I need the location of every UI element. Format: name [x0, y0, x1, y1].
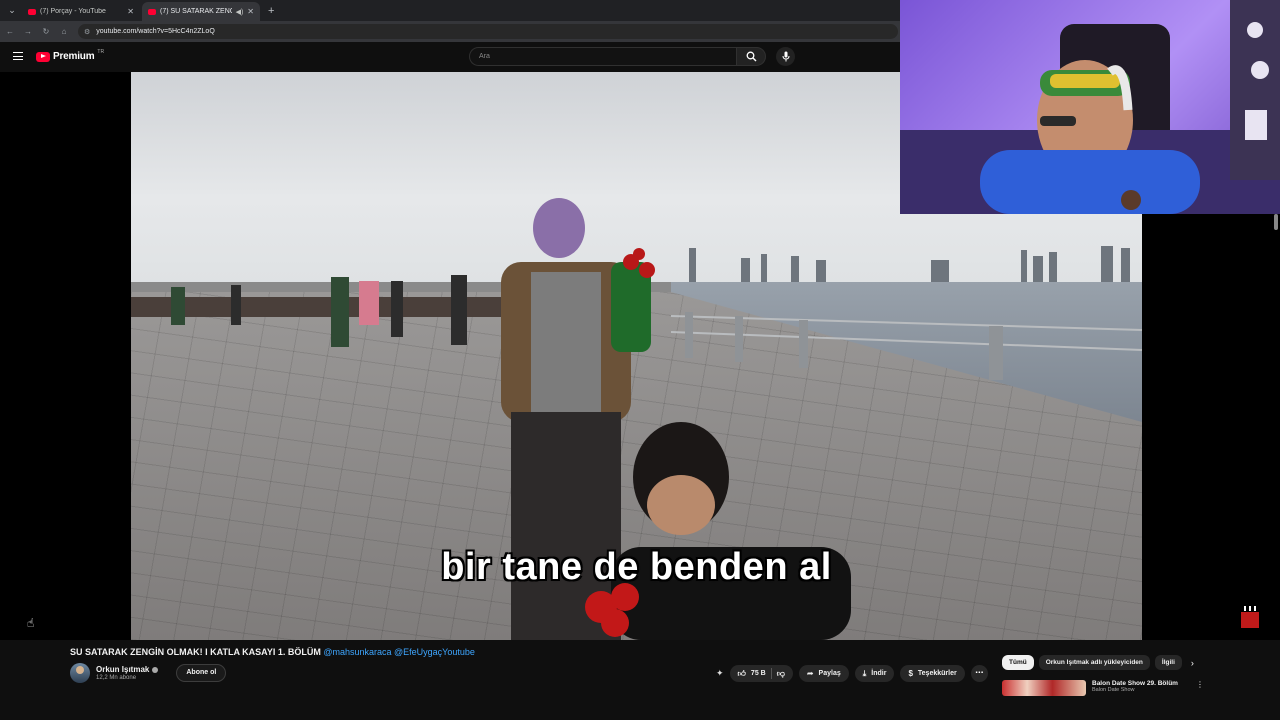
- like-divider: [770, 668, 772, 679]
- tab-close-icon[interactable]: ✕: [247, 7, 254, 16]
- search-bar: Ara: [469, 47, 766, 66]
- chip-all[interactable]: Tümü: [1002, 655, 1034, 670]
- site-info-icon[interactable]: ⚙: [84, 28, 90, 36]
- youtube-favicon-icon: [28, 8, 36, 15]
- webcam-overlay: [900, 0, 1280, 214]
- recommendation-item[interactable]: Balon Date Show 29. Bölüm Balon Date Sho…: [1002, 680, 1212, 696]
- logo-region: TR: [97, 48, 105, 55]
- search-icon: [746, 51, 756, 62]
- url-text: youtube.com/watch?v=5HcC4n2ZLoQ: [96, 28, 215, 35]
- thanks-icon: $: [908, 669, 913, 678]
- rec-channel: Balon Date Show: [1092, 687, 1135, 693]
- logo-text: Premium: [53, 51, 95, 62]
- mouse-cursor-icon: ☝: [27, 616, 35, 630]
- back-icon[interactable]: ←: [6, 27, 14, 36]
- forward-icon[interactable]: →: [24, 27, 32, 36]
- video-subtitle: bir tane de benden al: [441, 546, 832, 588]
- man-figure: [585, 422, 851, 640]
- video-title: SU SATARAK ZENGİN OLMAK! I KATLA KASAYI …: [70, 647, 475, 657]
- youtube-logo[interactable]: Premium TR: [36, 48, 105, 62]
- channel-avatar[interactable]: [70, 663, 90, 683]
- speaker-icon[interactable]: ◀): [236, 8, 244, 16]
- tab-title: (7) Porçay - YouTube: [40, 8, 106, 15]
- verified-icon: [152, 666, 159, 673]
- chevron-right-icon[interactable]: ›: [1191, 658, 1194, 668]
- like-icon[interactable]: 👍︎: [738, 669, 746, 679]
- channel-watermark-icon[interactable]: [1241, 606, 1259, 628]
- video-info: SU SATARAK ZENGİN OLMAK! I KATLA KASAYI …: [0, 640, 1280, 720]
- tab-porcay[interactable]: (7) Porçay - YouTube ✕: [22, 2, 140, 21]
- tab-search-icon[interactable]: ⌄: [4, 2, 20, 18]
- share-button[interactable]: ➦ Paylaş: [798, 665, 849, 682]
- video-title-text: SU SATARAK ZENGİN OLMAK! I KATLA KASAYI …: [70, 647, 321, 657]
- new-tab-icon[interactable]: +: [268, 5, 274, 17]
- subscribe-button[interactable]: Abone ol: [176, 664, 227, 682]
- chip-from-uploader[interactable]: Orkun Işıtmak adlı yükleyiciden: [1038, 655, 1150, 670]
- like-count[interactable]: 75 B: [751, 670, 766, 677]
- video-actions: ✦ 👍︎ 75 B 👎︎ ➦ Paylaş ⤓ İndir $ Teşekkür…: [716, 665, 988, 682]
- download-label: İndir: [871, 670, 887, 677]
- tab-close-icon[interactable]: ✕: [127, 7, 134, 16]
- reload-icon[interactable]: ↻: [42, 27, 50, 36]
- waterfront-railing: [671, 312, 1142, 380]
- mic-icon: [782, 51, 789, 62]
- channel-meta: Orkun Işıtmak 12,2 Mn abone: [96, 665, 159, 681]
- more-icon[interactable]: ⋯: [970, 665, 988, 682]
- dislike-icon[interactable]: 👎︎: [777, 669, 785, 679]
- download-button[interactable]: ⤓ İndir: [854, 665, 895, 682]
- streamer-figure: [900, 0, 1280, 214]
- rec-thumbnail[interactable]: [1002, 680, 1086, 696]
- url-field[interactable]: ⚙ youtube.com/watch?v=5HcC4n2ZLoQ: [78, 24, 898, 39]
- thanks-button[interactable]: $ Teşekkürler: [900, 665, 965, 682]
- home-icon[interactable]: ⌂: [60, 27, 68, 36]
- rec-more-icon[interactable]: ⋮: [1196, 680, 1204, 689]
- hamburger-icon[interactable]: [13, 52, 23, 60]
- channel-row: Orkun Işıtmak 12,2 Mn abone Abone ol: [70, 663, 227, 683]
- search-input[interactable]: Ara: [469, 47, 736, 66]
- youtube-play-icon: [36, 51, 50, 62]
- share-icon: ➦: [806, 669, 814, 678]
- chip-related[interactable]: İlgili: [1154, 655, 1182, 670]
- channel-name[interactable]: Orkun Işıtmak: [96, 665, 149, 674]
- download-icon: ⤓: [862, 668, 867, 678]
- tab-title: (7) SU SATARAK ZENGİN OL: [160, 8, 232, 15]
- search-button[interactable]: [736, 47, 766, 66]
- video-title-tags[interactable]: @mahsunkaraca @EfeUygaçYoutube: [323, 647, 475, 657]
- crowd: [131, 275, 511, 347]
- youtube-favicon-icon: [148, 8, 156, 15]
- voice-search-button[interactable]: [776, 47, 795, 66]
- channel-name-row: Orkun Işıtmak: [96, 665, 159, 674]
- ask-ai-icon[interactable]: ✦: [716, 668, 724, 679]
- subscriber-count: 12,2 Mn abone: [96, 675, 137, 681]
- like-dislike-group: 👍︎ 75 B 👎︎: [729, 665, 793, 682]
- page-scrollbar[interactable]: [1274, 214, 1278, 230]
- share-label: Paylaş: [818, 670, 841, 677]
- youtube-window: ⌄ (7) Porçay - YouTube ✕ (7) SU SATARAK …: [0, 0, 1280, 720]
- thanks-label: Teşekkürler: [917, 670, 957, 677]
- rec-meta: Balon Date Show 29. Bölüm Balon Date Sho…: [1092, 680, 1178, 696]
- recommendation-chips: Tümü Orkun Işıtmak adlı yükleyiciden İlg…: [1002, 655, 1194, 670]
- rec-title[interactable]: Balon Date Show 29. Bölüm: [1092, 680, 1178, 687]
- tab-current-video[interactable]: (7) SU SATARAK ZENGİN OL ◀) ✕: [142, 2, 260, 21]
